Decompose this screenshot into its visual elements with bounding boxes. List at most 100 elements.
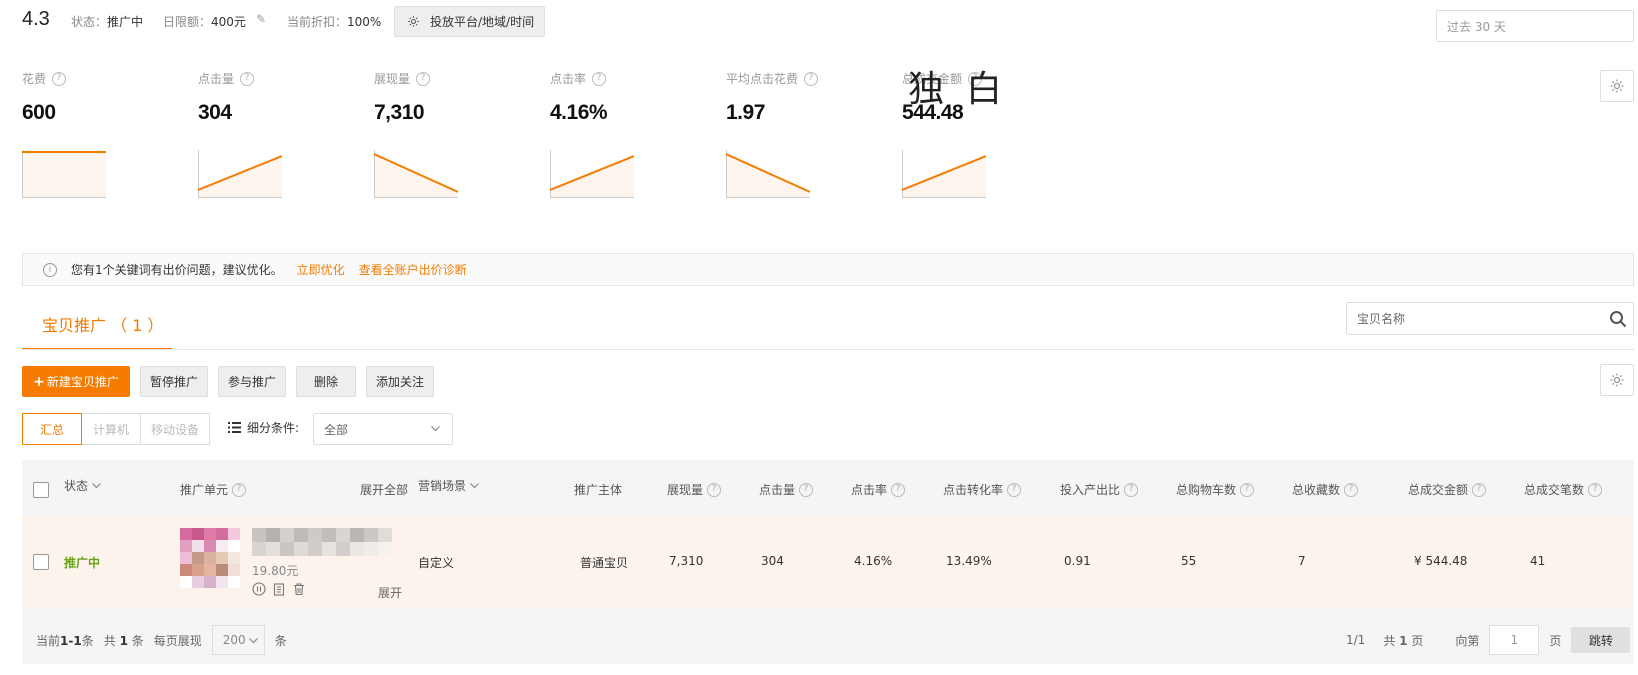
header-favorites[interactable]: 总收藏数? <box>1292 481 1359 498</box>
date-range-picker[interactable]: 过去 30 天 <box>1436 10 1634 42</box>
help-icon[interactable]: ? <box>1344 482 1359 497</box>
pause-promotion-button[interactable]: 暂停推广 <box>140 366 208 397</box>
delete-button[interactable]: 删除 <box>296 366 356 397</box>
chevron-down-icon <box>92 482 101 488</box>
notice-text: 您有1个关键词有出价问题，建议优化。 <box>71 263 283 277</box>
metric-label: 展现量 <box>374 72 411 86</box>
help-icon[interactable]: ? <box>804 71 819 86</box>
gear-icon <box>1610 373 1624 387</box>
platform-settings-button[interactable]: 投放平台/地域/时间 <box>394 6 545 37</box>
header-orders[interactable]: 总成交笔数? <box>1524 481 1603 498</box>
header-ctr[interactable]: 点击率? <box>851 481 906 498</box>
help-icon[interactable]: ? <box>416 71 431 86</box>
metric-ctr: 点击率? 4.16% <box>550 70 700 198</box>
item-search-input[interactable]: 宝贝名称 <box>1346 302 1634 335</box>
sparkline-area <box>550 156 634 198</box>
jump-button[interactable]: 跳转 <box>1571 627 1631 653</box>
join-promotion-button[interactable]: 参与推广 <box>218 366 286 397</box>
help-icon[interactable]: ? <box>232 482 247 497</box>
row-ctr: 4.16% <box>854 554 893 568</box>
metric-label: 平均点击花费 <box>726 72 799 86</box>
header-cvr[interactable]: 点击转化率? <box>943 481 1022 498</box>
help-icon[interactable]: ? <box>52 71 67 86</box>
sparkline-area <box>902 156 986 198</box>
chevron-down-icon <box>431 426 440 432</box>
header-cart[interactable]: 总购物车数? <box>1176 481 1255 498</box>
page-of: 1/1 <box>1346 633 1366 647</box>
filter-label: 细分条件: <box>247 421 300 435</box>
budget-value: 400元 <box>211 15 246 29</box>
account-diagnose-link[interactable]: 查看全账户出价诊断 <box>359 261 467 278</box>
trash-icon[interactable] <box>292 582 306 596</box>
edit-budget-icon[interactable]: ✎ <box>256 12 266 26</box>
row-orders: 41 <box>1530 554 1546 568</box>
expand-all-link[interactable]: 展开全部 <box>360 481 408 498</box>
page-number-input[interactable]: 1 <box>1489 625 1540 655</box>
header-status[interactable]: 状态 <box>64 477 101 494</box>
device-tab-mobile[interactable]: 移动设备 <box>140 413 210 445</box>
new-promotion-button[interactable]: + 新建宝贝推广 <box>22 366 130 397</box>
header-scene[interactable]: 营销场景 <box>418 477 479 494</box>
per-page-label: 每页展现 <box>153 633 202 648</box>
help-icon[interactable]: ? <box>707 482 722 497</box>
search-placeholder: 宝贝名称 <box>1357 312 1406 326</box>
help-icon[interactable]: ? <box>1007 482 1022 497</box>
watermark-text: 独白 <box>908 69 1025 110</box>
row-subject: 普通宝贝 <box>580 556 629 570</box>
help-icon[interactable]: ? <box>240 71 255 86</box>
header-subject: 推广主体 <box>574 483 623 497</box>
select-all-checkbox[interactable] <box>33 482 49 498</box>
row-expand-link[interactable]: 展开 <box>378 584 402 601</box>
help-icon[interactable]: ? <box>592 71 607 86</box>
row-favorites: 7 <box>1298 554 1306 568</box>
bid-notice-bar: i 您有1个关键词有出价问题，建议优化。 立即优化 查看全账户出价诊断 <box>22 253 1634 286</box>
help-icon[interactable]: ? <box>1240 482 1255 497</box>
total-pages: 共 1 页 <box>1383 633 1424 648</box>
help-icon[interactable]: ? <box>891 482 906 497</box>
gear-icon <box>408 16 419 27</box>
help-icon[interactable]: ? <box>1124 482 1139 497</box>
goto-label: 向第 <box>1455 633 1480 648</box>
page-size-select[interactable]: 200 <box>211 625 265 655</box>
search-icon[interactable] <box>1609 310 1627 328</box>
filter-value: 全部 <box>324 422 349 437</box>
budget-field: 日限额：400元 <box>163 13 246 30</box>
table-row[interactable]: 推广中 19.80元 展开 自定义 普通宝贝 7,310 304 4.16% 1… <box>22 516 1634 608</box>
metric-settings-button[interactable] <box>1600 70 1634 102</box>
help-icon[interactable]: ? <box>799 482 814 497</box>
table-settings-button[interactable] <box>1600 364 1634 396</box>
device-tab-pc[interactable]: 计算机 <box>81 413 141 445</box>
product-thumbnail[interactable] <box>180 528 240 588</box>
filter-select[interactable]: 全部 <box>313 413 453 445</box>
pager-controls: 1/1 共 1 页 向第 1 页 跳转 <box>1346 625 1631 655</box>
chevron-down-icon <box>470 482 479 488</box>
header-clicks[interactable]: 点击量? <box>759 481 814 498</box>
metric-avg-cpc: 平均点击花费? 1.97 <box>726 70 876 198</box>
sparkline-chart <box>726 150 810 198</box>
product-title-blurred[interactable] <box>252 528 392 556</box>
optimize-now-link[interactable]: 立即优化 <box>297 261 345 278</box>
help-icon[interactable]: ? <box>1588 482 1603 497</box>
header-roi[interactable]: 投入产出比? <box>1060 481 1139 498</box>
pause-icon[interactable] <box>252 582 266 596</box>
sparkline-chart <box>374 150 458 198</box>
sparkline-chart <box>550 150 634 198</box>
clipboard-icon[interactable] <box>272 582 286 596</box>
help-icon[interactable]: ? <box>1472 482 1487 497</box>
sparkline-area <box>22 152 106 198</box>
metric-label: 花费 <box>22 72 47 86</box>
metric-clicks: 点击量? 304 <box>198 70 348 198</box>
add-follow-button[interactable]: 添加关注 <box>366 366 434 397</box>
row-clicks: 304 <box>761 554 784 568</box>
sparkline-chart <box>198 150 282 198</box>
tab-item-promotion[interactable]: 宝贝推广 （ 1 ） <box>22 300 172 350</box>
device-tab-all[interactable]: 汇总 <box>22 413 82 445</box>
metric-impressions: 展现量? 7,310 <box>374 70 524 198</box>
header-impressions[interactable]: 展现量? <box>667 481 722 498</box>
row-checkbox[interactable] <box>33 554 49 570</box>
metric-value: 4.16% <box>550 101 608 124</box>
row-action-icons <box>252 582 306 596</box>
status-label: 状态： <box>71 15 108 29</box>
header-gmv[interactable]: 总成交金额? <box>1408 481 1487 498</box>
metric-label: 点击量 <box>198 72 235 86</box>
